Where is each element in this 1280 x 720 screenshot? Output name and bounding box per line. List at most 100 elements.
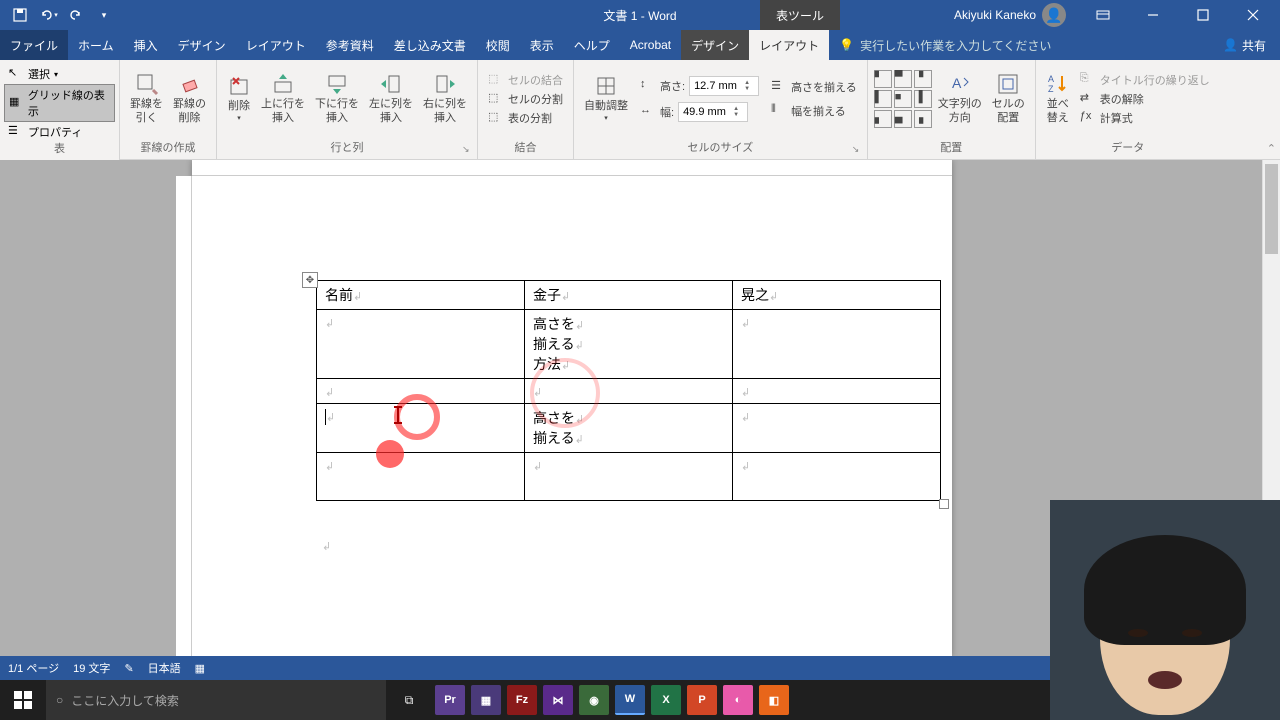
minimize-button[interactable] [1130,0,1176,30]
taskbar-word[interactable]: W [615,685,645,715]
start-button[interactable] [0,680,46,720]
align-bl[interactable]: ▖ [874,110,892,128]
repeat-header-button[interactable]: ⎘タイトル行の繰り返し [1076,71,1214,89]
table-cell[interactable]: 金子↲ [525,281,733,310]
align-tl[interactable]: ▘ [874,70,892,88]
align-tc[interactable]: ▀ [894,70,912,88]
align-br[interactable]: ▗ [914,110,932,128]
task-view-icon[interactable]: ⧉ [386,680,432,720]
taskbar-app[interactable]: Pr [435,685,465,715]
redo-icon[interactable] [64,3,88,27]
maximize-button[interactable] [1180,0,1226,30]
taskbar-search[interactable]: ○ここに入力して検索 [46,680,386,720]
undo-icon[interactable]: ▾ [36,3,60,27]
qat-customize-icon[interactable]: ▾ [92,3,116,27]
table-cell[interactable]: 名前↲ [317,281,525,310]
tab-insert[interactable]: 挿入 [124,30,168,60]
insert-right-button[interactable]: 右に列を 挿入 [419,70,471,126]
table-cell[interactable]: ↲ [525,453,733,501]
scrollbar-thumb[interactable] [1265,164,1278,254]
table-cell[interactable]: ↲ [317,453,525,501]
tab-design[interactable]: デザイン [168,30,236,60]
select-button[interactable]: ↖選択▾ [4,64,115,84]
tab-view[interactable]: 表示 [520,30,564,60]
document-table[interactable]: 名前↲金子↲晃之↲ ↲高さを↲揃える↲方法↲↲ ↲↲↲ ↲高さを↲揃える↲↲ ↲… [316,280,941,501]
split-table-button[interactable]: ⬚表の分割 [484,109,567,127]
align-bc[interactable]: ▄ [894,110,912,128]
table-cell[interactable]: ↲ [733,453,941,501]
tab-home[interactable]: ホーム [68,30,124,60]
tell-me-search[interactable]: 💡 実行したい作業を入力してください [829,30,1209,60]
table-cell[interactable]: 高さを↲揃える↲方法↲ [525,310,733,379]
table-cell[interactable]: ↲ [525,379,733,404]
properties-button[interactable]: ☰プロパティ [4,122,115,142]
cell-margins-button[interactable]: セルの 配置 [988,70,1029,126]
autofit-button[interactable]: 自動調整▾ [580,72,632,126]
tab-layout[interactable]: レイアウト [236,30,316,60]
view-gridlines-button[interactable]: ▦グリッド線の表示 [4,84,115,122]
taskbar-app[interactable]: ◧ [759,685,789,715]
height-input[interactable]: ▲▼ [689,76,759,96]
align-mc[interactable]: ■ [894,90,912,108]
share-button[interactable]: 👤 共有 [1209,30,1280,60]
distribute-cols-button[interactable]: ⫴幅を揃える [767,102,861,120]
word-count[interactable]: 19 文字 [73,660,110,676]
collapse-ribbon-icon[interactable]: ⌃ [1267,142,1276,155]
vertical-ruler[interactable] [176,176,192,656]
align-ml[interactable]: ▌ [874,90,892,108]
convert-button[interactable]: ⇄表の解除 [1076,90,1214,108]
tab-file[interactable]: ファイル [0,30,68,60]
table-cell[interactable]: ↲ [317,379,525,404]
distribute-rows-button[interactable]: ☰高さを揃える [767,78,861,96]
taskbar-app[interactable]: Fz [507,685,537,715]
macro-icon[interactable]: ▦ [195,662,205,675]
tab-mailings[interactable]: 差し込み文書 [384,30,476,60]
spellcheck-icon[interactable]: ✎ [124,662,133,675]
insert-above-button[interactable]: 上に行を 挿入 [257,70,309,126]
ribbon-mode-icon[interactable] [1080,0,1126,30]
align-mr[interactable]: ▐ [914,90,932,108]
dialog-launcher-icon[interactable]: ↘ [462,144,474,156]
formula-button[interactable]: ƒx計算式 [1076,109,1214,127]
taskbar-powerpoint[interactable]: P [687,685,717,715]
table-move-handle[interactable]: ✥ [302,272,318,288]
tab-review[interactable]: 校閲 [476,30,520,60]
tab-references[interactable]: 参考資料 [316,30,384,60]
repeat-icon: ⎘ [1080,72,1096,88]
taskbar-app[interactable]: ◉ [579,685,609,715]
insert-below-button[interactable]: 下に行を 挿入 [311,70,363,126]
tab-table-layout[interactable]: レイアウト [749,30,829,60]
table-cell[interactable]: ↲ [733,379,941,404]
align-tr[interactable]: ▝ [914,70,932,88]
tab-table-design[interactable]: デザイン [681,30,749,60]
table-cell[interactable]: ↲ [733,404,941,453]
save-icon[interactable] [8,3,32,27]
draw-table-button[interactable]: 罫線を 引く [126,70,167,126]
insert-left-button[interactable]: 左に列を 挿入 [365,70,417,126]
delete-button[interactable]: 削除▾ [223,72,255,126]
table-cell[interactable]: ↲ [317,404,525,453]
page-indicator[interactable]: 1/1 ページ [8,660,59,676]
horizontal-ruler[interactable] [192,160,952,176]
table-cell[interactable]: ↲ [733,310,941,379]
table-resize-handle[interactable] [939,499,949,509]
sort-button[interactable]: AZ並べ 替え [1042,70,1074,126]
merge-cells-button[interactable]: ⬚セルの結合 [484,71,567,89]
table-cell[interactable]: ↲ [317,310,525,379]
table-cell[interactable]: 高さを↲揃える↲ [525,404,733,453]
tab-acrobat[interactable]: Acrobat [620,30,681,60]
table-cell[interactable]: 晃之↲ [733,281,941,310]
text-direction-button[interactable]: A文字列の 方向 [934,70,986,126]
eraser-button[interactable]: 罫線の 削除 [169,70,210,126]
width-input[interactable]: ▲▼ [678,102,748,122]
taskbar-app[interactable]: ◐ [723,685,753,715]
taskbar-app[interactable]: ▦ [471,685,501,715]
account-button[interactable]: Akiyuki Kaneko 👤 [944,3,1076,27]
split-cells-button[interactable]: ⬚セルの分割 [484,90,567,108]
language-indicator[interactable]: 日本語 [148,660,181,676]
tab-help[interactable]: ヘルプ [564,30,620,60]
taskbar-excel[interactable]: X [651,685,681,715]
taskbar-app[interactable]: ⋈ [543,685,573,715]
close-button[interactable] [1230,0,1276,30]
dialog-launcher-icon[interactable]: ↘ [852,144,864,156]
